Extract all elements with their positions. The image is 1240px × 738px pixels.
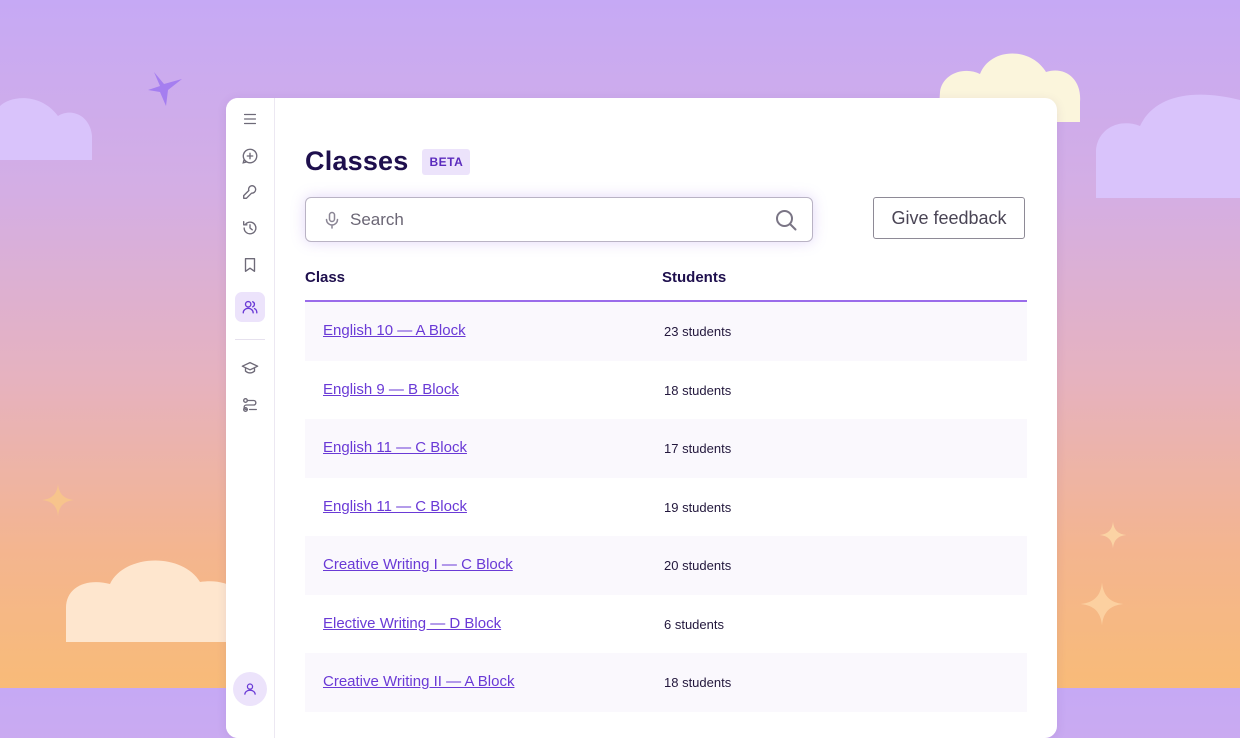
table-row: Creative Writing I — C Block 20 students (305, 536, 1027, 595)
table-row: Elective Writing — D Block 6 students (305, 595, 1027, 654)
sidebar-item-new[interactable] (235, 141, 265, 171)
sidebar-item-tools[interactable] (235, 177, 265, 207)
student-count: 19 students (664, 499, 732, 515)
table-row: English 9 — B Block 18 students (305, 361, 1027, 420)
sidebar-item-learn[interactable] (235, 353, 265, 383)
table-row: English 10 — A Block 23 students (305, 302, 1027, 361)
classes-table: Class Students English 10 — A Block 23 s… (305, 266, 1027, 712)
beta-badge: BETA (422, 148, 471, 175)
table-row: English 11 — C Block 19 students (305, 478, 1027, 537)
class-link[interactable]: English 9 — B Block (323, 381, 459, 398)
add-circle-icon (242, 148, 258, 164)
student-count: 6 students (664, 616, 724, 632)
microphone-icon[interactable] (322, 210, 342, 230)
app-window: Classes BETA Give feedback Class Student… (226, 98, 1057, 738)
star-decoration-icon (148, 72, 182, 106)
sidebar-item-saved[interactable] (235, 250, 265, 280)
column-header-class: Class (305, 269, 346, 286)
student-count: 17 students (664, 441, 732, 456)
sidebar-rail (226, 98, 275, 738)
wrench-icon (243, 185, 257, 199)
sidebar-item-classes[interactable] (235, 292, 265, 322)
workflow-icon (243, 398, 257, 412)
graduation-cap-icon (241, 361, 259, 374)
history-icon (243, 221, 257, 235)
class-link[interactable]: English 11 — C Block (323, 498, 467, 515)
class-link[interactable]: English 10 — A Block (323, 322, 466, 339)
class-link[interactable]: English 11 — C Block (323, 439, 467, 456)
cloud-decoration (0, 98, 92, 160)
cloud-decoration (1096, 94, 1240, 198)
student-count: 23 students (664, 324, 732, 339)
table-row: Creative Writing II — A Block 18 student… (305, 653, 1027, 712)
search-input[interactable] (348, 208, 752, 231)
avatar[interactable] (233, 672, 267, 706)
bookmark-icon (244, 258, 256, 272)
class-link[interactable]: Creative Writing I — C Block (323, 556, 513, 573)
student-count: 20 students (664, 558, 732, 573)
student-count: 18 students (664, 382, 732, 398)
menu-icon (243, 113, 257, 125)
table-row: English 11 — C Block 17 students (305, 419, 1027, 478)
column-header-students: Students (662, 269, 727, 286)
users-icon (242, 300, 258, 314)
sidebar-item-history[interactable] (235, 213, 265, 243)
user-icon (244, 683, 256, 695)
sidebar-item-menu[interactable] (235, 104, 265, 134)
search-icon[interactable] (774, 208, 798, 232)
table-header: Class Students (305, 266, 1027, 302)
page-header: Classes BETA (305, 146, 471, 177)
class-link[interactable]: Creative Writing II — A Block (323, 673, 514, 690)
cloud-decoration (66, 560, 248, 642)
sparkle-decoration-icon (1099, 521, 1127, 549)
give-feedback-button[interactable]: Give feedback (873, 197, 1025, 239)
sidebar-item-integrations[interactable] (235, 390, 265, 420)
page-title: Classes (305, 146, 409, 176)
class-link[interactable]: Elective Writing — D Block (323, 615, 501, 632)
sparkle-decoration-icon (1080, 582, 1124, 626)
search-bar (305, 197, 813, 242)
sidebar-divider (235, 339, 265, 340)
sparkle-decoration-icon (42, 484, 74, 516)
